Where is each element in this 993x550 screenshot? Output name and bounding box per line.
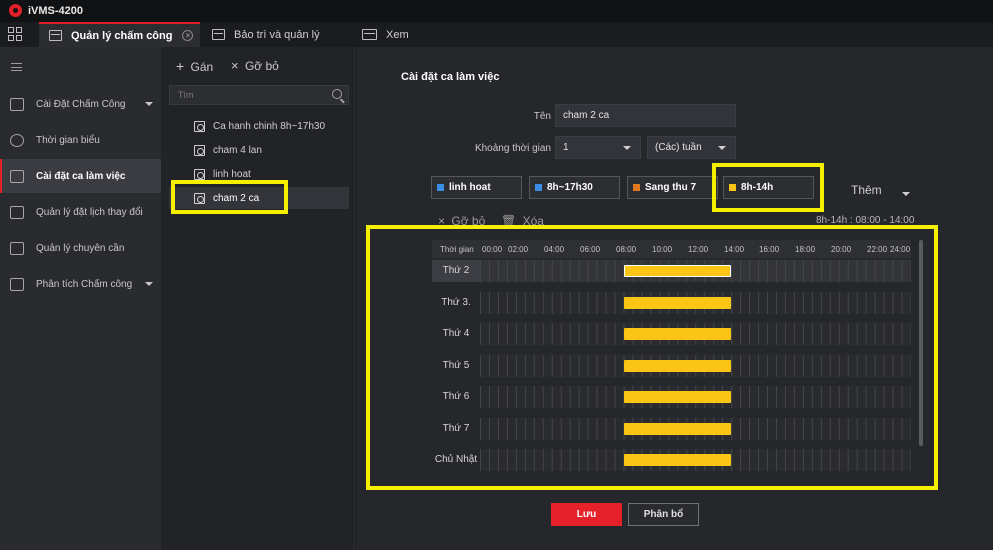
- period-unit-select[interactable]: (Các) tuần: [647, 136, 736, 159]
- nav-item-shift-settings[interactable]: Cài đặt ca làm việc: [0, 159, 161, 193]
- period-label: Khoảng thời gian: [474, 143, 551, 154]
- calendar-icon: [49, 30, 62, 41]
- app-logo-icon: [9, 4, 22, 17]
- search-icon[interactable]: [332, 89, 342, 99]
- tab-attendance[interactable]: Quản lý chấm công ×: [39, 22, 200, 47]
- highlight-box: [712, 163, 824, 212]
- calendar-icon: [10, 205, 24, 219]
- list-item-label: Ca hanh chinh 8h~17h30: [213, 120, 326, 132]
- chart-icon: [10, 277, 24, 291]
- highlight-box: [366, 225, 938, 490]
- camera-icon: [362, 29, 377, 40]
- list-item[interactable]: Ca hanh chinh 8h~17h30: [169, 115, 349, 137]
- app-title: iVMS-4200: [28, 5, 84, 17]
- chevron-down-icon: [718, 146, 726, 150]
- period-select[interactable]: 1: [555, 136, 641, 159]
- chevron-down-icon[interactable]: [902, 192, 910, 196]
- clock-icon: [10, 133, 24, 147]
- nav-label: Quản lý đặt lịch thay đổi: [36, 206, 143, 218]
- name-input[interactable]: cham 2 ca: [555, 104, 736, 127]
- tab-label: Quản lý chấm công: [71, 29, 173, 42]
- chevron-down-icon: [145, 102, 153, 106]
- shift-type-label: linh hoat: [449, 182, 491, 193]
- remove-label: Gỡ bỏ: [244, 59, 279, 73]
- search-input[interactable]: [170, 86, 320, 104]
- chevron-down-icon: [145, 282, 153, 286]
- color-swatch: [535, 184, 542, 191]
- remove-button[interactable]: × Gỡ bỏ: [231, 58, 279, 73]
- shift-icon: [194, 168, 205, 180]
- add-button[interactable]: + Gán: [176, 58, 213, 74]
- close-icon[interactable]: ×: [182, 30, 194, 41]
- title-bar: iVMS-4200: [0, 0, 993, 22]
- hamburger-menu-icon[interactable]: [11, 63, 22, 71]
- tab-view[interactable]: Xem: [362, 22, 422, 47]
- shift-list-pane: + Gán × Gỡ bỏ Ca hanh chinh 8h~17h30 cha…: [161, 47, 355, 550]
- assign-button[interactable]: Phân bổ: [628, 503, 699, 526]
- nav-item-attendance-settings[interactable]: Cài Đặt Chấm Công: [0, 87, 161, 121]
- document-icon: [212, 29, 225, 40]
- name-value: cham 2 ca: [563, 110, 610, 121]
- left-nav: Cài Đặt Chấm Công Thời gian biểu Cài đặt…: [0, 47, 161, 550]
- tab-bar: Quản lý chấm công × Bảo trì và quản lý X…: [0, 22, 993, 47]
- nav-item-schedule-management[interactable]: Quản lý đặt lịch thay đổi: [0, 195, 161, 229]
- shift-type-8h-17h30[interactable]: 8h~17h30: [529, 176, 620, 199]
- period-value: 1: [563, 142, 569, 153]
- tab-label: Bảo trì và quản lý: [234, 28, 320, 41]
- nav-label: Cài đặt ca làm việc: [36, 170, 126, 182]
- save-button[interactable]: Lưu: [551, 503, 622, 526]
- search-box: [169, 85, 349, 105]
- nav-label: Cài Đặt Chấm Công: [36, 98, 126, 110]
- list-item[interactable]: cham 4 lan: [169, 139, 349, 161]
- chevron-down-icon: [623, 146, 631, 150]
- color-swatch: [437, 184, 444, 191]
- nav-item-attendance-analysis[interactable]: Phân tích Chấm công: [0, 267, 161, 301]
- color-swatch: [633, 184, 640, 191]
- shift-icon: [194, 120, 205, 132]
- highlight-box: [171, 180, 288, 214]
- plus-icon: +: [176, 58, 185, 74]
- more-button[interactable]: Thêm: [851, 183, 882, 197]
- nav-label: Quản lý chuyên cần: [36, 242, 125, 254]
- nav-item-timetable[interactable]: Thời gian biểu: [0, 123, 161, 157]
- nav-label: Thời gian biểu: [36, 134, 100, 146]
- checklist-icon: [10, 241, 24, 255]
- shift-type-linh-hoat[interactable]: linh hoat: [431, 176, 522, 199]
- page-title: Cài đặt ca làm việc: [401, 71, 500, 83]
- list-item-label: cham 4 lan: [213, 144, 262, 156]
- shift-icon: [10, 169, 24, 183]
- add-label: Gán: [190, 60, 214, 74]
- shift-type-sang-thu-7[interactable]: Sang thu 7: [627, 176, 718, 199]
- name-label: Tên: [533, 111, 551, 122]
- shift-type-label: 8h~17h30: [547, 182, 593, 193]
- close-icon: ×: [231, 58, 239, 73]
- grid-menu-icon[interactable]: [8, 27, 23, 42]
- shift-type-label: Sang thu 7: [645, 182, 697, 193]
- shift-icon: [194, 144, 205, 156]
- settings-icon: [10, 97, 24, 111]
- nav-item-attendance-management[interactable]: Quản lý chuyên cần: [0, 231, 161, 265]
- unit-value: (Các) tuần: [655, 142, 702, 153]
- nav-label: Phân tích Chấm công: [36, 278, 133, 290]
- list-item-label: linh hoat: [213, 168, 251, 180]
- tab-label: Xem: [386, 28, 409, 41]
- tab-maintenance[interactable]: Bảo trì và quản lý: [210, 22, 350, 47]
